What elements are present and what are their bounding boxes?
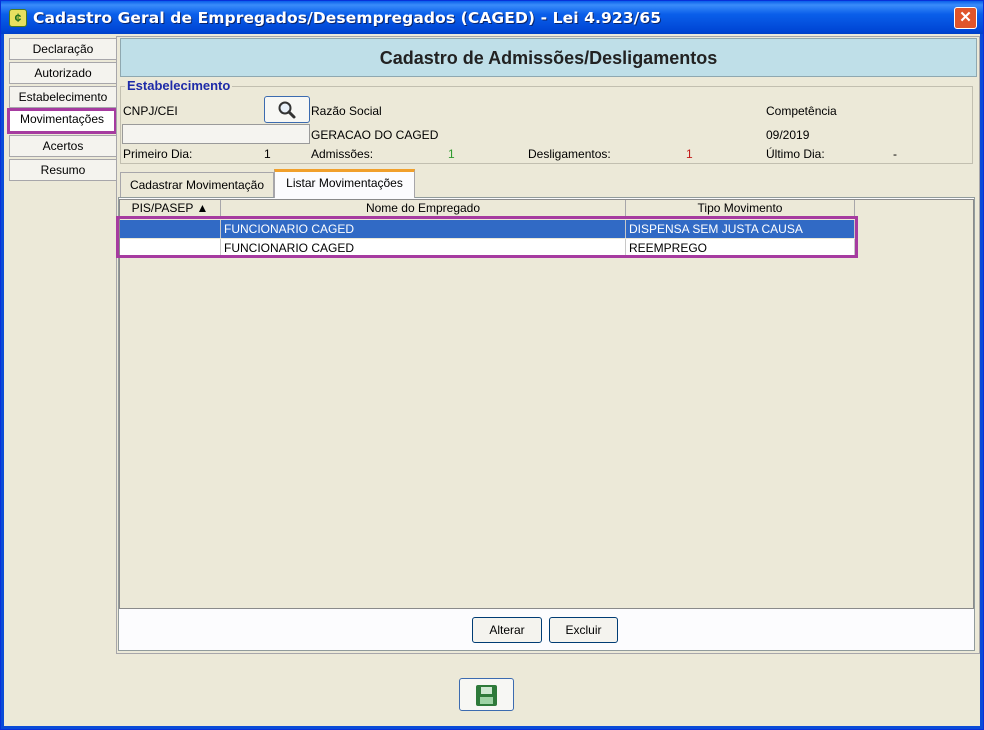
primeiro-dia-value: 1 — [264, 147, 271, 161]
ultimo-dia-value: - — [893, 147, 897, 161]
alterar-button[interactable]: Alterar — [472, 617, 542, 643]
sidebar-item-estabelecimento[interactable]: Estabelecimento — [9, 86, 117, 108]
razao-social-label: Razão Social — [311, 104, 382, 118]
floppy-disk-icon — [476, 685, 497, 706]
search-button[interactable] — [264, 96, 310, 123]
excluir-button[interactable]: Excluir — [549, 617, 618, 643]
sidebar-item-acertos[interactable]: Acertos — [9, 135, 117, 157]
title-bar[interactable]: ¢ Cadastro Geral de Empregados/Desempreg… — [1, 1, 983, 34]
desligamentos-value: 1 — [686, 147, 693, 161]
movements-table — [119, 199, 974, 609]
competencia-label: Competência — [766, 104, 837, 118]
sidebar-item-declaracao[interactable]: Declaração — [9, 38, 117, 60]
ultimo-dia-label: Último Dia: — [766, 147, 825, 161]
sidebar-item-resumo[interactable]: Resumo — [9, 159, 117, 181]
column-header-pis[interactable]: PIS/PASEP ▲ — [120, 200, 221, 217]
close-icon[interactable]: ✕ — [954, 7, 977, 29]
sidebar-item-autorizado[interactable]: Autorizado — [9, 62, 117, 84]
primeiro-dia-label: Primeiro Dia: — [123, 147, 193, 161]
page-title: Cadastro de Admissões/Desligamentos — [120, 38, 977, 77]
tab-listar-movimentacoes[interactable]: Listar Movimentações — [274, 169, 415, 198]
column-header-tipo[interactable]: Tipo Movimento — [626, 200, 855, 217]
razao-social-value: GERACAO DO CAGED — [311, 128, 439, 142]
admissoes-label: Admissões: — [311, 147, 374, 161]
window-title: Cadastro Geral de Empregados/Desempregad… — [33, 9, 662, 27]
save-button[interactable] — [459, 678, 514, 711]
competencia-value: 09/2019 — [766, 128, 810, 142]
column-header-nome[interactable]: Nome do Empregado — [221, 200, 626, 217]
sidebar-item-movimentacoes[interactable]: Movimentações — [7, 108, 117, 134]
caged-app-icon: ¢ — [9, 9, 27, 27]
group-legend: Estabelecimento — [125, 78, 233, 93]
admissoes-value: 1 — [448, 147, 455, 161]
cnpj-field[interactable] — [122, 124, 310, 144]
desligamentos-label: Desligamentos: — [528, 147, 611, 161]
annotation-highlight — [116, 216, 858, 258]
tab-cadastrar-movimentacao[interactable]: Cadastrar Movimentação — [120, 172, 274, 197]
magnifier-icon — [278, 101, 296, 119]
cnpj-label: CNPJ/CEI — [123, 104, 178, 118]
